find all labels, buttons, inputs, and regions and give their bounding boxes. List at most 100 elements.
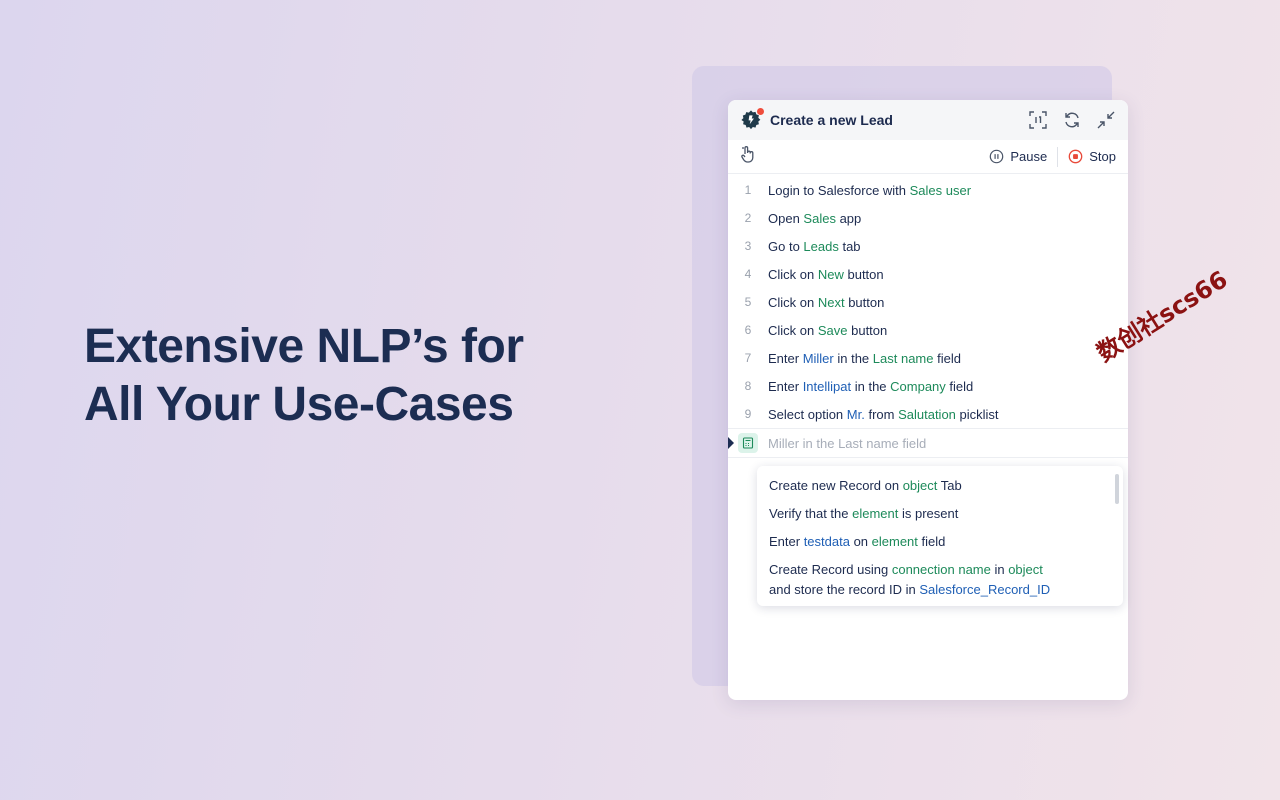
step-token: Save (817, 322, 848, 338)
panel-header: Create a new Lead (728, 100, 1128, 140)
step-text-part: button (844, 294, 885, 310)
step-number: 2 (744, 211, 752, 225)
suggestion-token: object (1008, 562, 1043, 577)
hero-heading: Extensive NLP’s for All Your Use-Cases (84, 318, 604, 434)
step-row[interactable]: 8 Enter Intellipat in the Company field (728, 372, 1128, 400)
suggestion-line: and store the record ID in Salesforce_Re… (769, 580, 1111, 600)
step-number: 3 (744, 239, 752, 253)
scan-icon[interactable] (1028, 110, 1048, 130)
step-list: 1 Login to Salesforce with Sales user 2 Ope… (728, 174, 1128, 428)
pause-label: Pause (1010, 149, 1048, 164)
step-token: New (817, 266, 844, 282)
suggestion-item[interactable]: Create Record using connection name in o… (769, 556, 1111, 604)
suggestion-dropdown: Create new Record on object Tab Verify th… (757, 466, 1123, 606)
suggestion-text-part: Enter (769, 534, 804, 549)
test-recorder-panel: Create a new Lead Pause Stop 1 Login to … (728, 100, 1128, 700)
step-number: 1 (744, 183, 752, 197)
suggestion-text-part: on (849, 534, 872, 549)
step-token: Salutation (898, 406, 956, 422)
step-text-part: button (843, 266, 884, 282)
suggestion-text-part: field (917, 534, 946, 549)
step-row[interactable]: 6 Click on Save button (728, 316, 1128, 344)
step-text-part: Click on (768, 322, 818, 338)
suggestion-text-part: Create new Record on (769, 478, 903, 493)
hero-line-1: Extensive NLP’s for (84, 320, 524, 373)
step-text: Enter Intellipat in the Company field (768, 379, 973, 394)
suggestion-line: Enter testdata on element field (769, 532, 1111, 552)
step-row[interactable]: 9 Select option Mr. from Salutation pickl… (728, 400, 1128, 428)
step-number: 5 (744, 295, 752, 309)
step-text: Select option Mr. from Salutation pickli… (768, 407, 999, 422)
suggestion-text-part: Verify that the (769, 506, 853, 521)
step-text: Login to Salesforce with Sales user (768, 183, 971, 198)
step-row[interactable]: 7 Enter Miller in the Last name field (728, 344, 1128, 372)
toolbar-divider (1057, 146, 1059, 167)
step-text-part: Go to (768, 238, 804, 254)
step-token: Company (890, 378, 946, 394)
suggestion-text-part: is present (898, 506, 959, 521)
step-text-part: picklist (955, 406, 999, 422)
step-number: 4 (744, 267, 752, 281)
step-token: Sales user (909, 182, 972, 198)
step-token: Miller (802, 350, 834, 366)
step-row[interactable]: 3 Go to Leads tab (728, 232, 1128, 260)
step-text-part: Login to Salesforce with (768, 182, 910, 198)
suggestion-line: Verify that the element is present (769, 504, 1111, 524)
collapse-icon[interactable] (1096, 110, 1116, 130)
step-row[interactable]: 4 Click on New button (728, 260, 1128, 288)
refresh-icon[interactable] (1062, 110, 1082, 130)
suggestion-text-part: in (990, 562, 1009, 577)
suggestion-item[interactable]: Verify that the element is present (769, 500, 1111, 528)
dropdown-scrollbar[interactable] (1115, 474, 1119, 504)
step-text: Enter Miller in the Last name field (768, 351, 961, 366)
step-input[interactable] (768, 435, 1108, 451)
pause-button[interactable]: Pause (989, 149, 1047, 164)
suggestion-token: element (852, 506, 899, 521)
suggestion-item[interactable]: Create new Record on object Tab (769, 472, 1111, 500)
stop-label: Stop (1089, 149, 1116, 164)
step-token: Next (817, 294, 845, 310)
calculator-icon[interactable] (738, 433, 758, 453)
stop-button[interactable]: Stop (1068, 149, 1116, 164)
suggestion-token: connection name (891, 562, 991, 577)
suggestion-item[interactable]: Enter testdata on element field (769, 528, 1111, 556)
step-row[interactable]: 5 Click on Next button (728, 288, 1128, 316)
step-text-part: button (847, 322, 888, 338)
pointer-icon[interactable] (740, 145, 756, 168)
step-text: Click on Save button (768, 323, 887, 338)
step-text: Open Sales app (768, 211, 861, 226)
suggestion-text-part: Create Record using (769, 562, 892, 577)
suggestion-text-part: and store the record ID in (769, 582, 920, 597)
step-number: 9 (744, 407, 752, 421)
suggestion-token: testdata (803, 534, 850, 549)
suggestion-token: object (902, 478, 938, 493)
suggestion-token: element (871, 534, 918, 549)
step-text-part: Click on (768, 294, 818, 310)
step-text-part: app (835, 210, 862, 226)
step-text-part: field (933, 350, 961, 366)
step-input-row (728, 428, 1128, 458)
step-number: 7 (744, 351, 752, 365)
step-text-part: Open (768, 210, 804, 226)
step-text-part: Enter (768, 350, 803, 366)
step-text-part: in the (851, 378, 891, 394)
step-text-part: Select option (768, 406, 847, 422)
recorder-toolbar: Pause Stop (728, 140, 1128, 174)
gear-logo-icon (740, 108, 764, 131)
step-text: Click on New button (768, 267, 884, 282)
step-text-part: Click on (768, 266, 818, 282)
suggestion-text-part: Tab (937, 478, 962, 493)
step-text: Go to Leads tab (768, 239, 861, 254)
step-text-part: Enter (768, 378, 803, 394)
step-row[interactable]: 2 Open Sales app (728, 204, 1128, 232)
panel-title: Create a new Lead (770, 112, 893, 128)
step-number: 8 (744, 379, 752, 393)
step-row[interactable]: 1 Login to Salesforce with Sales user (728, 176, 1128, 204)
notification-dot (757, 108, 764, 115)
step-text: Click on Next button (768, 295, 884, 310)
current-step-caret-icon (728, 437, 734, 449)
step-token: Mr. (846, 406, 865, 422)
step-text-part: field (945, 378, 974, 394)
step-number: 6 (744, 323, 752, 337)
step-text-part: from (864, 406, 899, 422)
